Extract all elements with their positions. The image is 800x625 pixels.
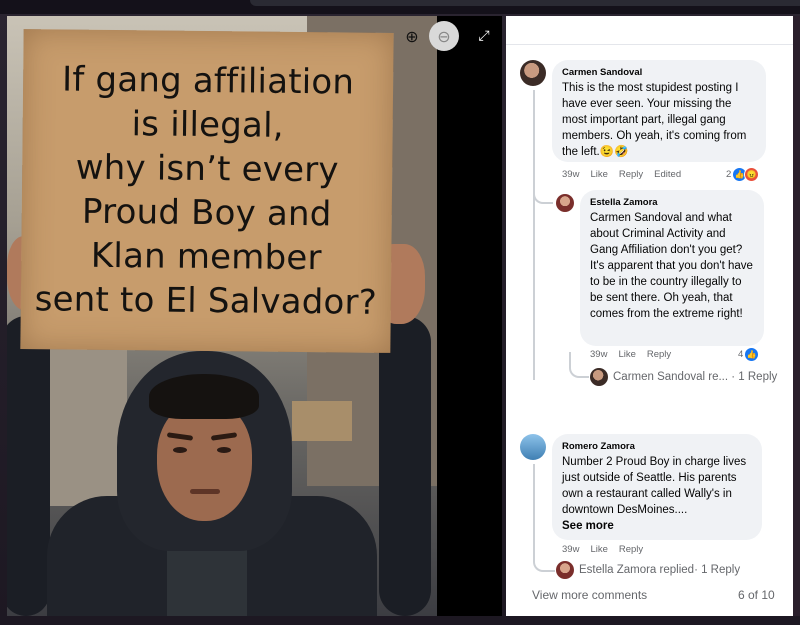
reply-link[interactable]: Reply [647, 349, 671, 360]
reply-summary-name: Estella Zamora replied [579, 564, 695, 576]
face [157, 401, 252, 521]
see-more-link[interactable]: See more [562, 518, 752, 534]
like-link[interactable]: Like [590, 169, 607, 180]
reaction-count: 4 [738, 349, 744, 360]
eye [217, 447, 231, 453]
comment-meta: 39w Like Reply Edited [562, 169, 692, 180]
sign-line: Proud Boy and [81, 191, 332, 235]
reply-summary-count: · 1 Reply [731, 371, 778, 383]
eye [173, 447, 187, 453]
comment-page-count: 6 of 10 [738, 588, 775, 602]
sign-line: Klan member [90, 235, 322, 279]
reply-text: Carmen Sandoval and what about Criminal … [590, 210, 754, 322]
avatar[interactable] [520, 434, 546, 460]
sign-line: is illegal, [131, 104, 284, 146]
reaction-count: 2 [726, 169, 732, 180]
reply-bubble: Estella Zamora Carmen Sandoval and what … [580, 190, 764, 346]
mouth [190, 489, 220, 494]
view-more-comments-link[interactable]: View more comments [532, 588, 647, 602]
mention-link[interactable]: Carmen Sandoval [590, 212, 682, 224]
top-bar [250, 0, 800, 6]
hair [149, 374, 259, 419]
comment-text: Number 2 Proud Boy in charge lives just … [562, 456, 747, 516]
comment-meta: 39w Like Reply [562, 544, 654, 555]
comments-panel: Carmen Sandoval This is the most stupide… [506, 16, 793, 616]
like-link[interactable]: Like [618, 349, 635, 360]
top-strip [0, 0, 800, 14]
reply-author[interactable]: Estella Zamora [590, 197, 754, 208]
avatar [590, 368, 608, 386]
reply-summary-name: Carmen Sandoval re... [613, 371, 729, 383]
reply-body: and what about Criminal Activity and Gan… [590, 212, 753, 320]
zoom-in-icon[interactable]: ⊕ [397, 21, 427, 51]
comment-time[interactable]: 39w [562, 169, 579, 180]
comment-author[interactable]: Romero Zamora [562, 441, 752, 452]
reaction-summary[interactable]: 2 👍 😠 [726, 167, 760, 182]
comment-author[interactable]: Carmen Sandoval [562, 67, 756, 78]
reply-time[interactable]: 39w [590, 349, 607, 360]
reply-summary-count: · 1 Reply [694, 564, 741, 576]
thread-connector [569, 352, 589, 378]
protest-photo[interactable]: If gang affiliation is illegal, why isn’… [7, 16, 437, 616]
panel-header [506, 16, 793, 45]
like-link[interactable]: Like [590, 544, 607, 555]
thread-line [533, 90, 535, 380]
reaction-summary[interactable]: 4 👍 [738, 347, 760, 362]
angry-reaction-icon: 😠 [744, 167, 760, 182]
reply-link[interactable]: Reply [619, 544, 643, 555]
reply-meta: 39w Like Reply [590, 349, 682, 360]
sign-line: why isn’t every [75, 147, 339, 191]
edited-label: Edited [654, 169, 682, 180]
view-replies-link[interactable]: Estella Zamora replied · 1 Reply [556, 561, 740, 579]
comment-text: This is the most stupidest posting I hav… [562, 82, 747, 158]
left-arm [7, 316, 50, 616]
right-arm [379, 316, 431, 616]
view-replies-link[interactable]: Carmen Sandoval re... · 1 Reply [590, 368, 777, 386]
sign-line: If gang affiliation [61, 59, 355, 103]
thread-connector [533, 552, 555, 572]
reply-link[interactable]: Reply [619, 169, 643, 180]
like-reaction-icon: 👍 [744, 347, 760, 362]
thread-line [533, 464, 535, 554]
cardboard-sign: If gang affiliation is illegal, why isn’… [20, 29, 394, 353]
avatar[interactable] [556, 194, 574, 212]
fullscreen-icon[interactable]: ⤢ [469, 21, 499, 51]
background-sign [292, 401, 352, 441]
comment-bubble: Romero Zamora Number 2 Proud Boy in char… [552, 434, 762, 540]
sign-line: sent to El Salvador? [34, 279, 378, 323]
photo-viewer: If gang affiliation is illegal, why isn’… [7, 16, 502, 616]
comment-time[interactable]: 39w [562, 544, 579, 555]
thread-connector [533, 186, 553, 204]
comment-bubble: Carmen Sandoval This is the most stupide… [552, 60, 766, 162]
avatar[interactable] [520, 60, 546, 86]
zoom-out-icon[interactable]: ⊖ [429, 21, 459, 51]
right-edge [793, 16, 800, 616]
avatar [556, 561, 574, 579]
